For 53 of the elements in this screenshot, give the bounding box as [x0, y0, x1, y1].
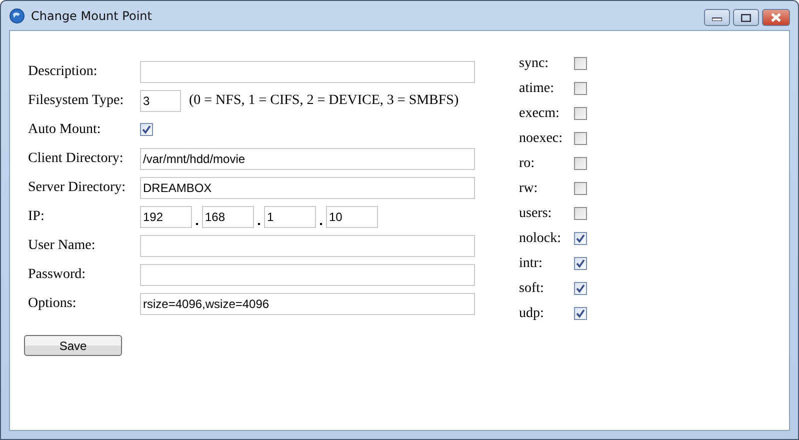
checkbox[interactable] [574, 57, 587, 70]
input-field[interactable] [140, 60, 475, 82]
checkbox[interactable] [574, 82, 587, 95]
checkbox[interactable] [140, 123, 153, 136]
field-label: Filesystem Type: [28, 92, 125, 108]
option-label: noexec: [519, 130, 564, 146]
option-label: intr: [519, 256, 544, 272]
checkbox[interactable] [574, 257, 587, 270]
input-field[interactable]: 3 [140, 90, 181, 112]
save-button[interactable]: Save [24, 335, 122, 356]
field-label: User Name: [28, 238, 96, 254]
field-label: Description: [28, 64, 98, 80]
close-button[interactable] [762, 9, 790, 26]
window-title: Change Mount Point [31, 8, 152, 22]
option-label: nolock: [519, 230, 562, 246]
input-field[interactable]: DREAMBOX [140, 176, 475, 198]
maximize-icon [741, 14, 751, 22]
checkbox[interactable] [574, 182, 587, 195]
minimize-button[interactable] [704, 9, 730, 26]
option-label: atime: [519, 80, 555, 96]
field-label: Server Directory: [28, 180, 127, 196]
checkbox[interactable] [574, 207, 587, 220]
option-label: soft: [519, 280, 545, 296]
option-label: ro: [519, 156, 536, 172]
input-field[interactable]: /var/mnt/hdd/movie [140, 148, 475, 170]
minimize-icon [712, 14, 722, 20]
checkbox[interactable] [574, 232, 587, 245]
checkbox[interactable] [574, 157, 587, 170]
option-label: execm: [519, 106, 560, 122]
field-label: Options: [28, 296, 78, 312]
maximize-button[interactable] [733, 9, 759, 26]
field-label: Client Directory: [28, 150, 124, 166]
ip-octet-field[interactable]: 10 [326, 206, 378, 228]
option-label: udp: [519, 306, 545, 322]
field-label: Auto Mount: [28, 122, 102, 138]
hint-text: (0 = NFS, 1 = CIFS, 2 = DEVICE, 3 = SMBFS) [189, 92, 459, 108]
ip-octet-field[interactable]: 168 [202, 206, 254, 228]
checkbox[interactable] [574, 107, 587, 120]
field-label: Password: [28, 266, 87, 282]
ip-octet-field[interactable]: 192 [140, 206, 192, 228]
close-icon [770, 13, 782, 22]
option-label: sync: [519, 56, 550, 72]
globe-icon [9, 8, 25, 24]
checkbox[interactable] [574, 132, 587, 145]
checkbox[interactable] [574, 307, 587, 320]
ip-octet-field[interactable]: 1 [264, 206, 316, 228]
option-label: rw: [519, 180, 539, 196]
option-label: users: [519, 206, 553, 222]
input-field[interactable] [140, 264, 475, 286]
input-field[interactable]: rsize=4096,wsize=4096 [140, 292, 475, 314]
field-label: IP: [28, 208, 46, 224]
checkbox[interactable] [574, 282, 587, 295]
input-field[interactable] [140, 234, 475, 256]
